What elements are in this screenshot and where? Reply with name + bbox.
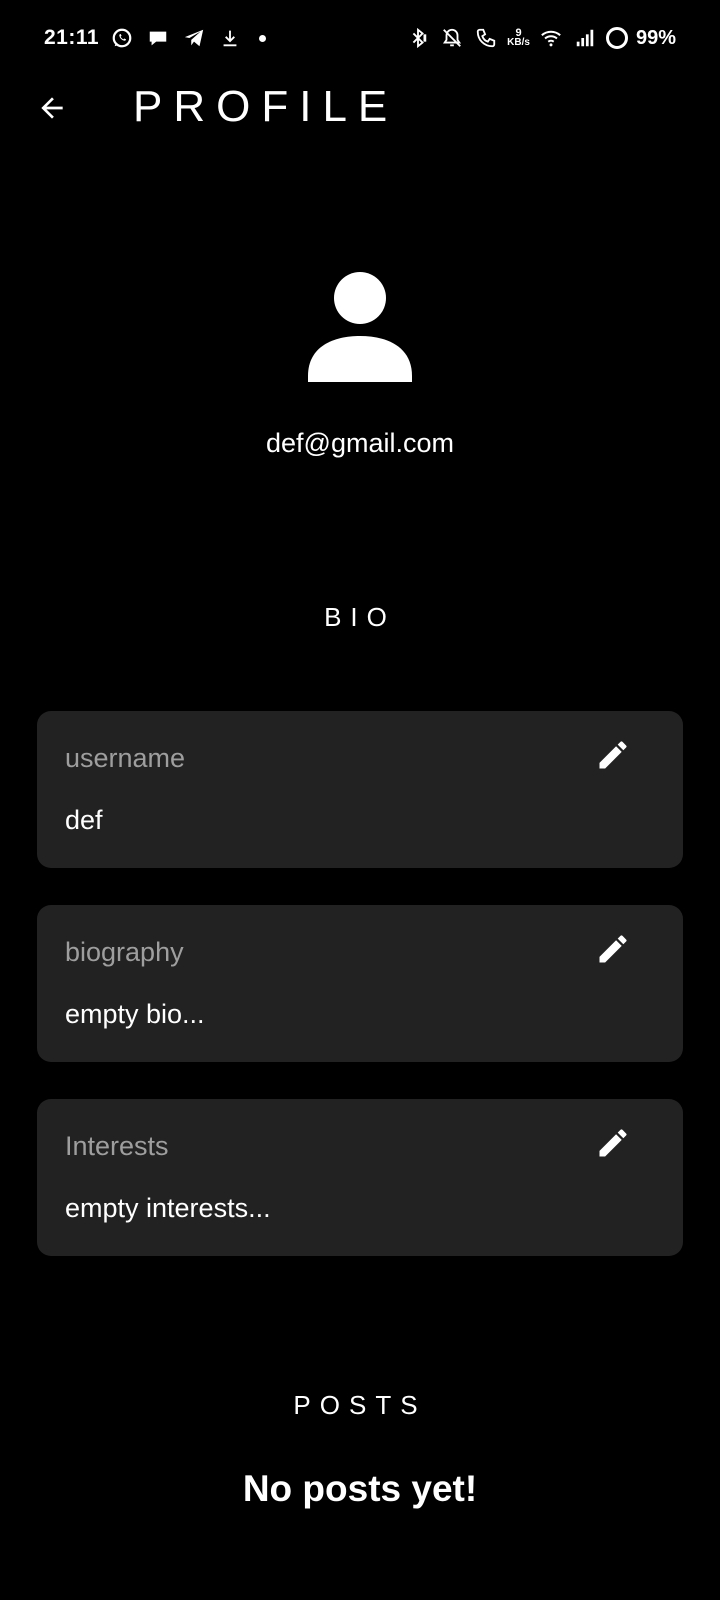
whatsapp-icon bbox=[109, 25, 135, 51]
posts-section-title: POSTS bbox=[293, 1390, 427, 1420]
edit-pencil-icon bbox=[599, 935, 627, 963]
username-value: def bbox=[65, 805, 103, 835]
username-label: username bbox=[65, 743, 186, 773]
download-icon bbox=[217, 25, 243, 51]
username-card: username def bbox=[37, 711, 683, 868]
edit-interests-button[interactable] bbox=[593, 1123, 633, 1163]
wifi-icon bbox=[538, 25, 564, 51]
chat-bubble-icon bbox=[145, 25, 171, 51]
call-icon bbox=[473, 25, 499, 51]
interests-card: Interests empty interests... bbox=[37, 1099, 683, 1256]
app-bar: PROFILE bbox=[0, 76, 720, 146]
edit-pencil-icon bbox=[599, 1129, 627, 1157]
edit-pencil-icon bbox=[599, 741, 627, 769]
signal-icon bbox=[572, 25, 598, 51]
edit-username-button[interactable] bbox=[593, 735, 633, 775]
edit-biography-button[interactable] bbox=[593, 929, 633, 969]
biography-card: biography empty bio... bbox=[37, 905, 683, 1062]
notification-dot-icon bbox=[259, 34, 267, 42]
status-time: 21:11 bbox=[44, 26, 100, 49]
biography-label: biography bbox=[65, 937, 184, 967]
battery-icon bbox=[605, 27, 628, 49]
status-bar-left: 21:11 bbox=[44, 22, 267, 54]
interests-label: Interests bbox=[65, 1131, 169, 1161]
bio-section-title: BIO bbox=[324, 602, 396, 632]
network-speed-unit: KB/s bbox=[507, 37, 530, 48]
back-button[interactable] bbox=[30, 86, 74, 130]
interests-value: empty interests... bbox=[65, 1193, 271, 1223]
biography-value: empty bio... bbox=[65, 999, 205, 1029]
network-speed: 9 KB/s bbox=[507, 28, 530, 48]
bluetooth-icon bbox=[405, 25, 431, 51]
telegram-icon bbox=[181, 25, 207, 51]
page-title: PROFILE bbox=[133, 82, 399, 131]
status-bar: 21:11 9 KB/s 99% bbox=[0, 0, 720, 76]
arrow-back-icon bbox=[41, 97, 63, 119]
no-posts-message: No posts yet! bbox=[242, 1468, 478, 1509]
person-icon bbox=[306, 272, 414, 382]
profile-screen: 21:11 9 KB/s 99% PROFILE def@gmail.com B… bbox=[0, 0, 720, 1600]
battery-percentage: 99% bbox=[635, 26, 676, 49]
user-email: def@gmail.com bbox=[266, 428, 454, 458]
status-bar-right: 9 KB/s 99% bbox=[405, 22, 676, 54]
notifications-off-icon bbox=[439, 25, 465, 51]
